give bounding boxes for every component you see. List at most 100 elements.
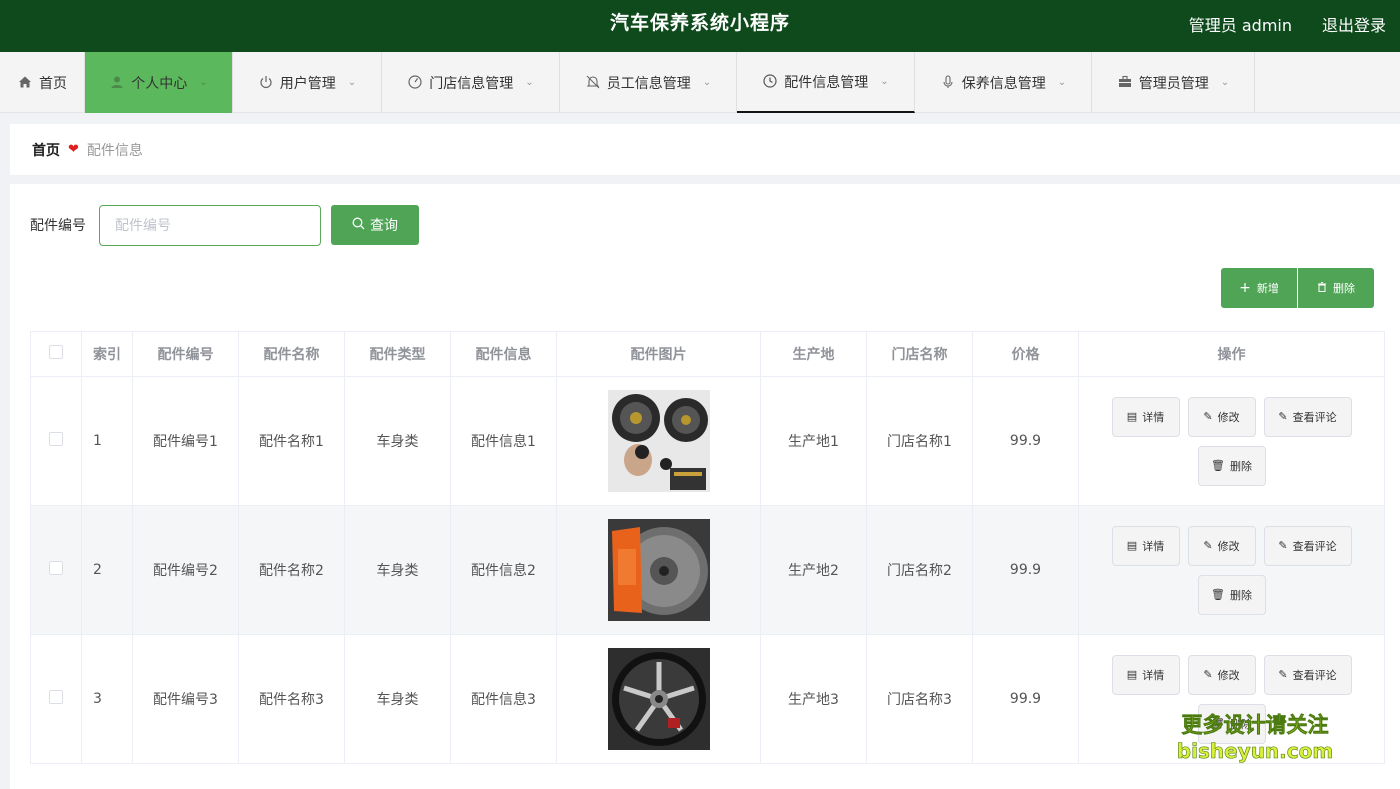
chevron-down-icon: ⌄ [347, 77, 357, 88]
detail-label: 详情 [1142, 539, 1165, 553]
trash-icon [1317, 281, 1327, 295]
view-reviews-button[interactable]: ✎ 查看评论 [1263, 396, 1352, 437]
detail-button[interactable]: ▤ 详情 [1111, 396, 1180, 437]
main-panel: 配件编号 查询 + 新增 删除 索引 配件编号 配件名称 配件类型 [10, 184, 1400, 789]
search-label: 配件编号 [30, 218, 86, 234]
cell-price: 99.9 [972, 634, 1079, 764]
nav-user-management[interactable]: 用户管理 ⌄ [233, 52, 382, 113]
plus-icon: + [1239, 280, 1251, 296]
brake-caliper-image[interactable] [607, 519, 710, 621]
search-button[interactable]: 查询 [331, 205, 419, 245]
detail-label: 详情 [1142, 410, 1165, 424]
detail-button[interactable]: ▤ 详情 [1111, 654, 1180, 695]
nav-admin-management[interactable]: 管理员管理 ⌄ [1092, 52, 1255, 113]
column-header: 价格 [972, 331, 1079, 377]
briefcase-icon [1117, 75, 1133, 91]
nav-label: 员工信息管理 [606, 75, 691, 92]
logout-link[interactable]: 退出登录 [1322, 12, 1386, 36]
breadcrumb-home[interactable]: 首页 [32, 140, 60, 160]
row-actions: ▤ 详情 ✎ 修改 ✎ 查看评论 🗑 删除 [1079, 525, 1384, 615]
delete-button[interactable]: 🗑 删除 [1197, 445, 1266, 486]
cell-image [556, 505, 761, 635]
edit-button[interactable]: ✎ 修改 [1187, 654, 1256, 695]
table-row: 3 配件编号3 配件名称3 车身类 配件信息3 生产地3 门店名称3 99.9 … [30, 634, 1385, 764]
row-select-cell [30, 505, 82, 635]
trash-icon: 🗑 [1211, 588, 1225, 601]
chevron-down-icon: ⌄ [1057, 77, 1067, 88]
row-checkbox[interactable] [49, 690, 63, 704]
cell-code: 配件编号3 [132, 634, 239, 764]
power-icon [258, 75, 274, 91]
view-reviews-button[interactable]: ✎ 查看评论 [1263, 525, 1352, 566]
search-button-label: 查询 [370, 218, 398, 234]
row-checkbox[interactable] [49, 432, 63, 446]
current-user: 管理员 admin [1188, 16, 1292, 35]
delete-label: 删除 [1229, 588, 1252, 602]
edit-button[interactable]: ✎ 修改 [1187, 396, 1256, 437]
cell-actions: ▤ 详情 ✎ 修改 ✎ 查看评论 🗑 删除 [1078, 634, 1385, 764]
cell-name: 配件名称1 [238, 376, 345, 506]
chevron-down-icon: ⌄ [199, 77, 208, 88]
cell-info: 配件信息1 [450, 376, 557, 506]
heart-icon: ❤ [68, 142, 79, 157]
detail-button[interactable]: ▤ 详情 [1111, 525, 1180, 566]
cell-actions: ▤ 详情 ✎ 修改 ✎ 查看评论 🗑 删除 [1078, 376, 1385, 506]
home-icon [17, 75, 33, 91]
document-icon: ▤ [1126, 410, 1138, 423]
delete-button[interactable]: 🗑 删除 [1197, 703, 1266, 744]
view-reviews-button[interactable]: ✎ 查看评论 [1263, 654, 1352, 695]
pencil-icon: ✎ [1203, 410, 1213, 423]
edit-button[interactable]: ✎ 修改 [1187, 525, 1256, 566]
column-header: 配件编号 [132, 331, 239, 377]
cell-image [556, 634, 761, 764]
cell-index: 2 [81, 505, 133, 635]
trash-icon: 🗑 [1211, 717, 1225, 730]
delete-label: 删除 [1229, 717, 1252, 731]
nav-personal-center[interactable]: 个人中心 ⌄ [85, 52, 233, 113]
nav-parts-management[interactable]: 配件信息管理 ⌄ [737, 52, 915, 113]
delete-label: 删除 [1229, 459, 1252, 473]
cell-type: 车身类 [344, 505, 451, 635]
nav-label: 门店信息管理 [429, 75, 514, 92]
user-icon [109, 75, 125, 91]
cell-name: 配件名称3 [238, 634, 345, 764]
review-label: 查看评论 [1292, 668, 1337, 682]
cell-name: 配件名称2 [238, 505, 345, 635]
breadcrumb: 首页 ❤ 配件信息 [10, 124, 1400, 175]
pencil-icon: ✎ [1278, 410, 1288, 423]
cell-info: 配件信息2 [450, 505, 557, 635]
select-all-checkbox[interactable] [49, 345, 63, 359]
pencil-icon: ✎ [1203, 668, 1213, 681]
add-button[interactable]: + 新增 [1221, 268, 1297, 308]
alloy-wheel-image[interactable] [607, 648, 710, 750]
column-header: 索引 [81, 331, 133, 377]
row-actions: ▤ 详情 ✎ 修改 ✎ 查看评论 🗑 删除 [1079, 396, 1384, 486]
nav-home[interactable]: 首页 [0, 52, 85, 113]
nav-store-management[interactable]: 门店信息管理 ⌄ [382, 52, 560, 113]
cell-store: 门店名称3 [866, 634, 973, 764]
column-header: 生产地 [760, 331, 867, 377]
table-header-row: 索引 配件编号 配件名称 配件类型 配件信息 配件图片 生产地 门店名称 价格 … [30, 331, 1385, 377]
row-checkbox[interactable] [49, 561, 63, 575]
document-icon: ▤ [1126, 668, 1138, 681]
nav-label: 用户管理 [279, 75, 336, 92]
nav-maintenance-management[interactable]: 保养信息管理 ⌄ [915, 52, 1092, 113]
parts-table: 索引 配件编号 配件名称 配件类型 配件信息 配件图片 生产地 门店名称 价格 … [30, 331, 1385, 764]
nav-label: 保养信息管理 [961, 75, 1046, 92]
document-icon: ▤ [1126, 539, 1138, 552]
add-button-label: 新增 [1256, 282, 1279, 295]
speaker-parts-image[interactable] [607, 390, 710, 492]
delete-button[interactable]: 🗑 删除 [1197, 574, 1266, 615]
cell-store: 门店名称2 [866, 505, 973, 635]
pencil-icon: ✎ [1278, 668, 1288, 681]
batch-delete-button[interactable]: 删除 [1298, 268, 1374, 308]
search-icon [352, 217, 365, 234]
nav-staff-management[interactable]: 员工信息管理 ⌄ [560, 52, 737, 113]
cell-info: 配件信息3 [450, 634, 557, 764]
part-code-search-input[interactable] [99, 205, 321, 246]
select-all-cell [30, 331, 82, 377]
row-actions: ▤ 详情 ✎ 修改 ✎ 查看评论 🗑 删除 [1079, 654, 1384, 744]
nav-label: 管理员管理 [1138, 75, 1209, 92]
row-select-cell [30, 376, 82, 506]
cell-origin: 生产地1 [760, 376, 867, 506]
